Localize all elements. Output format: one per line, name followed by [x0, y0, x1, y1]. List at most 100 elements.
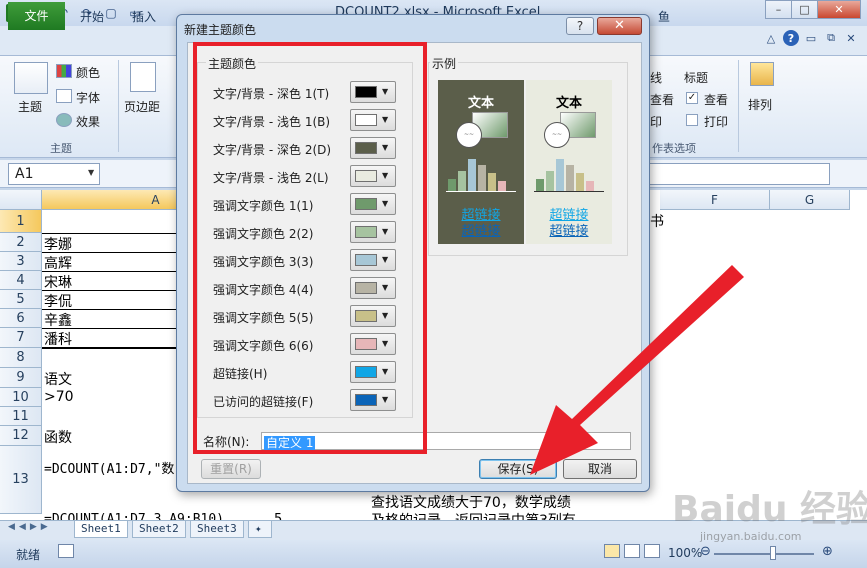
- cell-a3[interactable]: 高辉: [42, 253, 72, 273]
- cell-a10[interactable]: >70: [42, 389, 74, 405]
- ribbon-separator: [118, 60, 119, 152]
- theme-group-label: 主题: [50, 142, 72, 155]
- fonts-label[interactable]: 字体: [76, 89, 100, 106]
- dialog-close-button[interactable]: ✕: [597, 17, 642, 35]
- cell-a4[interactable]: 宋琳: [42, 272, 72, 292]
- sample-bar: [536, 179, 544, 191]
- headings-view-label[interactable]: 查看: [704, 91, 728, 108]
- cell-desc-line1[interactable]: 查找语文成绩大于70，数学成绩: [369, 492, 571, 512]
- zoom-out-icon[interactable]: ⊖: [700, 544, 711, 559]
- arrange-label[interactable]: 排列: [748, 96, 772, 113]
- gridlines-partial: 线: [650, 71, 663, 85]
- row-header[interactable]: 13: [0, 446, 42, 514]
- close-window-button[interactable]: ✕: [817, 0, 861, 19]
- workbook-restore-icon[interactable]: ⧉: [823, 30, 839, 46]
- margins-label[interactable]: 页边距: [124, 98, 160, 115]
- sheet-tab-3[interactable]: Sheet3: [190, 521, 244, 538]
- restore-workbook-icon[interactable]: ▭: [803, 30, 819, 46]
- zoom-level[interactable]: 100%: [668, 546, 702, 560]
- sample-bar: [458, 171, 466, 191]
- sample-light-panel: 文本 ~~ 超链接 超链接: [526, 80, 612, 244]
- sheet-nav-icon[interactable]: ◀◀▶▶: [8, 522, 52, 532]
- tab-insert[interactable]: 插入: [120, 4, 168, 30]
- row-header[interactable]: 2: [0, 233, 42, 252]
- ribbon-right-controls: △ ? ▭ ⧉ ✕: [763, 30, 859, 46]
- name-box[interactable]: A1: [8, 163, 100, 185]
- page-break-view-icon[interactable]: [644, 544, 660, 558]
- row-header[interactable]: 1: [0, 210, 42, 233]
- headings-print-label[interactable]: 打印: [704, 113, 728, 130]
- row-header[interactable]: 12: [0, 426, 42, 446]
- dialog-help-button[interactable]: ?: [566, 17, 594, 35]
- sample-chart: [446, 156, 516, 192]
- zoom-slider-track[interactable]: [714, 553, 814, 555]
- sample-dark-panel: 文本 ~~ 超链接 超链接: [438, 80, 524, 244]
- reset-button[interactable]: 重置(R): [201, 459, 261, 479]
- tab-file[interactable]: 文件: [8, 2, 65, 30]
- sample-visited-hyperlink: 超链接: [549, 224, 589, 239]
- headings-view-checkbox[interactable]: ✓: [686, 92, 698, 104]
- colors-label[interactable]: 颜色: [76, 64, 100, 81]
- gridlines-view-partial[interactable]: 查看: [650, 91, 674, 108]
- chevron-down-icon[interactable]: ▼: [88, 168, 94, 177]
- column-header-g[interactable]: G: [770, 190, 850, 210]
- gridlines-print-partial[interactable]: 印: [650, 113, 662, 130]
- cell-a2[interactable]: 李娜: [42, 234, 72, 254]
- zoom-in-icon[interactable]: ⊕: [822, 544, 833, 559]
- arrange-icon[interactable]: [750, 62, 774, 86]
- fonts-icon[interactable]: [56, 89, 72, 103]
- cell-a9[interactable]: 语文: [42, 369, 72, 389]
- row-header[interactable]: 6: [0, 309, 42, 328]
- minimize-button[interactable]: –: [765, 0, 792, 19]
- cell-a7[interactable]: 潘科: [42, 329, 72, 349]
- zoom-slider-thumb[interactable]: [770, 546, 776, 560]
- cell-a13[interactable]: =DCOUNT(A1:D7,"数: [42, 458, 174, 477]
- sample-bar: [546, 171, 554, 191]
- margins-icon[interactable]: [130, 62, 156, 92]
- workbook-close-icon[interactable]: ✕: [843, 30, 859, 46]
- effects-icon[interactable]: [56, 113, 72, 127]
- sample-bar: [488, 173, 496, 191]
- watermark-sub: jingyan.baidu.com: [700, 530, 802, 543]
- window-controls: – □ ✕: [765, 0, 861, 19]
- row-header[interactable]: 5: [0, 290, 42, 309]
- sample-bar: [498, 181, 506, 191]
- sheet-tab-1[interactable]: Sheet1: [74, 521, 128, 538]
- sample-title: 示例: [430, 55, 459, 72]
- chevron-up-icon[interactable]: △: [763, 30, 779, 46]
- sample-bar: [478, 165, 486, 191]
- column-header-f[interactable]: F: [660, 190, 770, 210]
- tab-partial[interactable]: 鱼: [646, 4, 682, 30]
- row-header[interactable]: 8: [0, 348, 42, 368]
- cell-e1-partial[interactable]: 书: [648, 211, 664, 231]
- row-header[interactable]: 10: [0, 388, 42, 407]
- row-header[interactable]: 4: [0, 271, 42, 290]
- sample-bar: [448, 179, 456, 191]
- colors-icon[interactable]: [56, 64, 72, 78]
- sample-light-text: 文本: [555, 96, 582, 111]
- row-header[interactable]: 3: [0, 252, 42, 271]
- insert-sheet-icon[interactable]: ✦: [248, 521, 272, 538]
- normal-view-icon[interactable]: [604, 544, 620, 558]
- effects-label[interactable]: 效果: [76, 113, 100, 130]
- cell-a6[interactable]: 辛鑫: [42, 310, 72, 330]
- cell-a5[interactable]: 李侃: [42, 291, 72, 311]
- sheet-options-group-label: 作表选项: [652, 142, 696, 155]
- macro-record-icon[interactable]: [58, 544, 74, 558]
- help-icon[interactable]: ?: [783, 30, 799, 46]
- row-header[interactable]: 7: [0, 328, 42, 348]
- sheet-tab-2[interactable]: Sheet2: [132, 521, 186, 538]
- page-layout-view-icon[interactable]: [624, 544, 640, 558]
- select-all-corner[interactable]: [0, 190, 42, 210]
- row-header[interactable]: 9: [0, 368, 42, 388]
- themes-icon[interactable]: [14, 62, 48, 94]
- tab-home[interactable]: 开始: [68, 4, 116, 30]
- sample-visited-hyperlink: 超链接: [461, 224, 501, 239]
- maximize-button[interactable]: □: [791, 0, 818, 19]
- cell-a12[interactable]: 函数: [42, 427, 72, 447]
- row-header[interactable]: 11: [0, 407, 42, 426]
- themes-label[interactable]: 主题: [18, 98, 42, 115]
- sample-bar: [566, 165, 574, 191]
- headings-print-checkbox[interactable]: [686, 114, 698, 126]
- sample-dark-text: 文本: [467, 96, 494, 111]
